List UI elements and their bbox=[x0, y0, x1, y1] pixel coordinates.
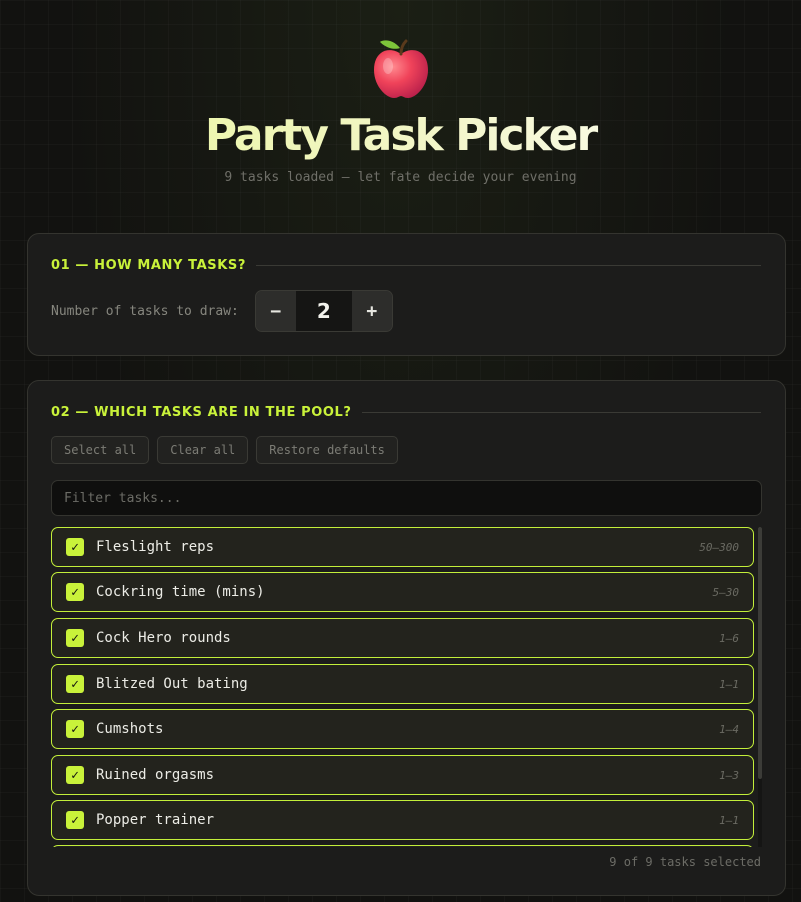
task-range: 50–300 bbox=[699, 540, 739, 554]
task-item[interactable]: ✓ Popper trainer 1–1 bbox=[51, 800, 754, 840]
page-title: Party Task Picker bbox=[0, 110, 801, 162]
selection-count: 9 of 9 tasks selected bbox=[609, 855, 761, 869]
select-all-button[interactable]: Select all bbox=[51, 436, 150, 464]
apple-icon bbox=[370, 36, 432, 100]
task-range: 1–1 bbox=[719, 677, 739, 691]
task-range: 1–3 bbox=[719, 768, 739, 782]
stepper-label: Number of tasks to draw: bbox=[51, 303, 239, 319]
pool-actions: Select all Clear all Restore defaults bbox=[51, 436, 398, 464]
section-divider bbox=[256, 265, 761, 266]
task-item[interactable]: ✓ Fleslight reps 50–300 bbox=[51, 527, 754, 567]
section-title: 02 — WHICH TASKS ARE IN THE POOL? bbox=[51, 405, 352, 420]
checkbox-checked-icon[interactable]: ✓ bbox=[66, 720, 84, 738]
task-name: Popper trainer bbox=[96, 812, 215, 828]
task-count-section: 01 — HOW MANY TASKS? Number of tasks to … bbox=[27, 233, 786, 356]
task-name: Cock Hero rounds bbox=[96, 630, 231, 646]
section-header: 01 — HOW MANY TASKS? bbox=[51, 258, 761, 273]
task-name: Cumshots bbox=[96, 721, 164, 737]
task-count-value[interactable]: 2 bbox=[295, 291, 352, 331]
checkbox-checked-icon[interactable]: ✓ bbox=[66, 538, 84, 556]
scrollbar[interactable] bbox=[758, 527, 762, 847]
checkbox-checked-icon[interactable]: ✓ bbox=[66, 583, 84, 601]
task-list: ✓ Fleslight reps 50–300 ✓ Cockring time … bbox=[51, 527, 762, 847]
increment-button[interactable]: + bbox=[351, 291, 392, 331]
task-item[interactable]: ✓ Cock Hero rounds 1–6 bbox=[51, 618, 754, 658]
checkbox-checked-icon[interactable]: ✓ bbox=[66, 675, 84, 693]
page-subtitle: 9 tasks loaded — let fate decide your ev… bbox=[224, 170, 577, 185]
section-header: 02 — WHICH TASKS ARE IN THE POOL? bbox=[51, 405, 761, 420]
checkbox-checked-icon[interactable]: ✓ bbox=[66, 766, 84, 784]
task-item[interactable]: ✓ Cumshots 1–4 bbox=[51, 709, 754, 749]
task-pool-section: 02 — WHICH TASKS ARE IN THE POOL? Select… bbox=[27, 380, 786, 896]
task-name: Ruined orgasms bbox=[96, 767, 215, 783]
task-item[interactable]: ✓ Blitzed Out bating 1–1 bbox=[51, 664, 754, 704]
task-item[interactable]: ✓ Cockring time (mins) 5–30 bbox=[51, 572, 754, 612]
header: Party Task Picker 9 tasks loaded — let f… bbox=[0, 0, 801, 212]
clear-all-button[interactable]: Clear all bbox=[157, 436, 249, 464]
checkbox-checked-icon[interactable]: ✓ bbox=[66, 811, 84, 829]
task-count-stepper: − 2 + bbox=[254, 290, 393, 332]
section-title: 01 — HOW MANY TASKS? bbox=[51, 258, 247, 273]
task-range: 5–30 bbox=[712, 585, 740, 599]
task-range: 1–1 bbox=[719, 813, 739, 827]
task-name: Cockring time (mins) bbox=[96, 584, 265, 600]
checkbox-checked-icon[interactable]: ✓ bbox=[66, 629, 84, 647]
filter-input[interactable] bbox=[51, 480, 762, 516]
task-name: Blitzed Out bating bbox=[96, 676, 248, 692]
task-item[interactable] bbox=[51, 845, 754, 847]
decrement-button[interactable]: − bbox=[255, 291, 296, 331]
task-name: Fleslight reps bbox=[96, 539, 215, 555]
scrollbar-thumb[interactable] bbox=[758, 527, 762, 779]
restore-defaults-button[interactable]: Restore defaults bbox=[256, 436, 398, 464]
section-divider bbox=[361, 412, 761, 413]
task-range: 1–4 bbox=[719, 722, 739, 736]
stepper-row: Number of tasks to draw: − 2 + bbox=[51, 290, 393, 332]
task-item[interactable]: ✓ Ruined orgasms 1–3 bbox=[51, 755, 754, 795]
task-range: 1–6 bbox=[719, 631, 739, 645]
